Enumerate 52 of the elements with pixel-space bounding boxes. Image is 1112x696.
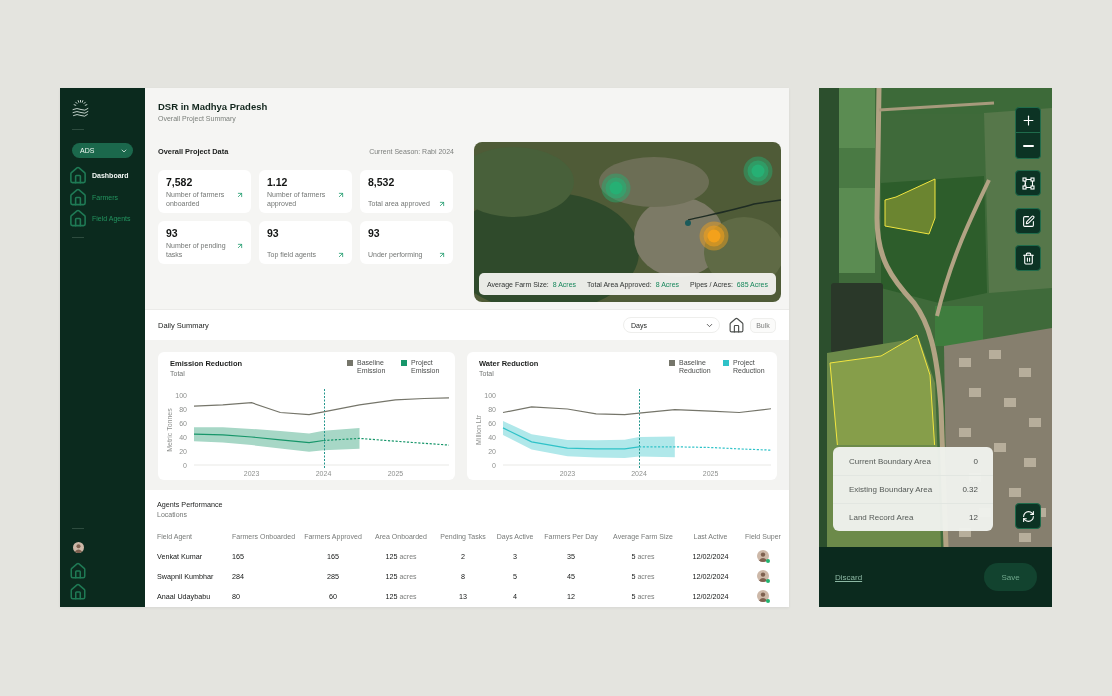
area-label: Land Record Area xyxy=(849,513,914,522)
zoom-in-button[interactable] xyxy=(1015,107,1041,133)
stat-value: 93 xyxy=(166,227,179,239)
arrow-up-right-icon[interactable] xyxy=(337,191,345,199)
arrow-up-right-icon[interactable] xyxy=(337,250,345,259)
delete-button[interactable] xyxy=(1015,245,1041,271)
edit-button[interactable] xyxy=(1015,208,1041,234)
heat-marker-icon[interactable] xyxy=(601,173,631,203)
profile-button[interactable] xyxy=(73,542,84,553)
arrow-up-right-icon[interactable] xyxy=(438,199,446,208)
arrow-up-right-icon[interactable] xyxy=(438,250,446,259)
house-icon xyxy=(67,209,89,229)
stat-value: 93 xyxy=(267,227,280,239)
heat-marker-icon[interactable] xyxy=(743,156,773,186)
legend-swatch-icon xyxy=(669,360,675,366)
stat-value: 8,532 xyxy=(368,176,396,188)
arrow-up-right-icon[interactable] xyxy=(236,191,244,199)
stat-value: 93 xyxy=(368,227,381,239)
house-icon xyxy=(67,187,89,207)
legend-swatch-icon xyxy=(347,360,353,366)
area-value: 0.32 xyxy=(962,485,978,494)
avatar-icon xyxy=(73,542,84,553)
stat-value: 1.12 xyxy=(267,176,289,188)
plus-icon xyxy=(1020,112,1036,128)
discard-link[interactable]: Discard xyxy=(835,572,863,582)
bounding-box-icon xyxy=(1021,176,1035,190)
field-boundary[interactable] xyxy=(829,334,936,446)
minus-icon xyxy=(1022,144,1034,147)
avatar-icon xyxy=(757,590,769,602)
refresh-icon xyxy=(1021,509,1035,523)
stat-value: 7,582 xyxy=(166,176,194,188)
legend-swatch-icon xyxy=(401,360,407,366)
area-value: 0 xyxy=(973,456,978,466)
area-label: Existing Boundary Area xyxy=(849,485,933,494)
area-label: Current Boundary Area xyxy=(849,456,931,466)
refresh-button[interactable] xyxy=(1015,503,1041,529)
field-boundary[interactable] xyxy=(884,178,936,235)
edit-icon xyxy=(1021,214,1035,228)
legend-swatch-icon xyxy=(723,360,729,366)
house-icon xyxy=(67,166,89,186)
house-icon xyxy=(728,316,745,334)
avatar-icon xyxy=(757,550,769,562)
trash-icon xyxy=(1021,251,1035,265)
zoom-out-button[interactable] xyxy=(1015,133,1041,159)
heat-marker-icon[interactable] xyxy=(699,221,729,251)
avatar-icon xyxy=(757,570,769,582)
home-button[interactable] xyxy=(728,316,745,334)
area-value: 12 xyxy=(969,513,978,522)
page-title: DSR in Madhya Pradesh xyxy=(158,101,269,112)
arrow-up-right-icon[interactable] xyxy=(236,242,244,250)
draw-boundary-button[interactable] xyxy=(1015,170,1041,196)
logo-icon xyxy=(72,100,89,118)
